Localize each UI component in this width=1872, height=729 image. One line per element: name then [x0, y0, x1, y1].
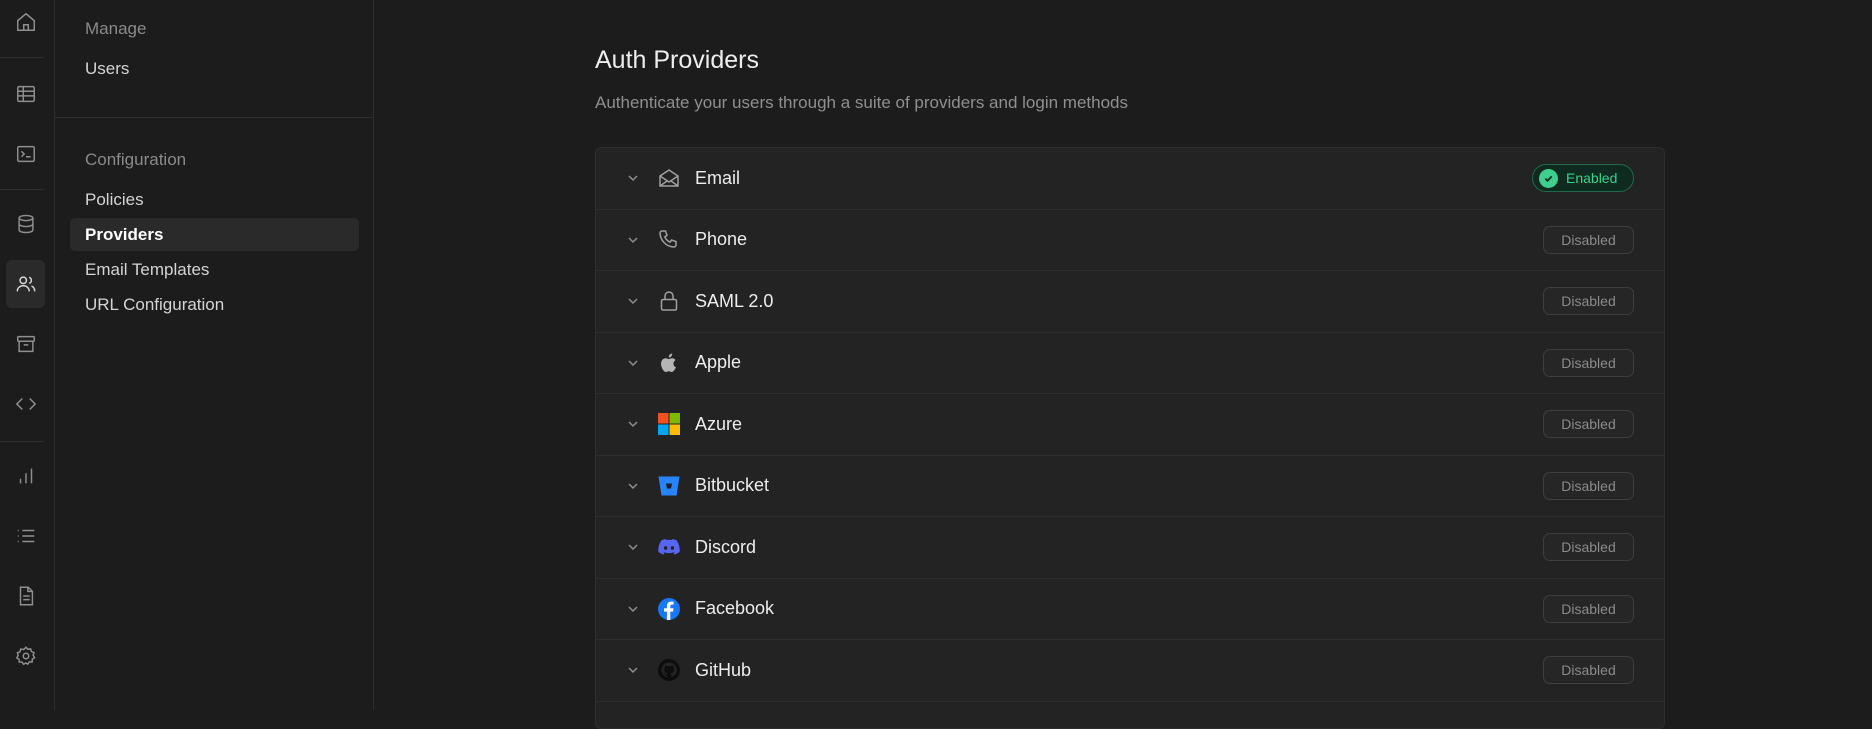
- chart-icon[interactable]: [6, 452, 45, 500]
- provider-row-phone[interactable]: Phone Disabled: [596, 210, 1664, 271]
- chevron-down-icon: [626, 417, 640, 431]
- provider-name: Email: [695, 167, 741, 188]
- chevron-down-icon: [626, 233, 640, 247]
- provider-row-apple[interactable]: Apple Disabled: [596, 333, 1664, 394]
- page-subtitle: Authenticate your users through a suite …: [595, 93, 1128, 112]
- menu-item-email-templates[interactable]: Email Templates: [70, 253, 359, 286]
- chevron-down-icon: [626, 171, 640, 185]
- menu-item-policies[interactable]: Policies: [70, 183, 359, 216]
- status-badge: Disabled: [1543, 656, 1634, 685]
- main-content: Auth Providers Authenticate your users t…: [374, 0, 1872, 729]
- provider-row-saml[interactable]: SAML 2.0 Disabled: [596, 271, 1664, 333]
- table-icon[interactable]: [6, 70, 45, 118]
- status-badge: Disabled: [1543, 287, 1634, 316]
- chevron-down-icon: [626, 356, 640, 370]
- archive-icon[interactable]: [6, 320, 45, 368]
- menu-heading-manage: Manage: [85, 19, 147, 38]
- status-label: Enabled: [1566, 170, 1618, 187]
- users-icon[interactable]: [6, 260, 45, 308]
- provider-name: Discord: [695, 536, 757, 557]
- status-badge: Disabled: [1543, 594, 1634, 623]
- home-icon[interactable]: [6, 0, 45, 46]
- menu-divider: [55, 117, 373, 118]
- chevron-down-icon: [626, 602, 640, 616]
- status-badge: Enabled: [1532, 164, 1634, 193]
- provider-name: Bitbucket: [695, 475, 770, 496]
- provider-row-azure[interactable]: Azure Disabled: [596, 394, 1664, 456]
- facebook-icon: [657, 597, 681, 621]
- code-icon[interactable]: [6, 380, 45, 428]
- envelope-icon: [657, 166, 681, 190]
- apple-icon: [657, 351, 681, 375]
- bitbucket-icon: [657, 474, 681, 498]
- chevron-down-icon: [626, 294, 640, 308]
- chevron-down-icon: [626, 663, 640, 677]
- chevron-down-icon: [626, 479, 640, 493]
- discord-icon: [657, 535, 681, 559]
- lock-icon: [657, 289, 681, 313]
- menu-item-users[interactable]: Users: [70, 52, 359, 85]
- github-icon: [657, 658, 681, 682]
- rail-divider: [0, 189, 44, 190]
- page-title: Auth Providers: [595, 46, 759, 74]
- provider-row-email[interactable]: Email Enabled: [596, 148, 1664, 210]
- provider-row-bitbucket[interactable]: Bitbucket Disabled: [596, 456, 1664, 517]
- rail-divider: [0, 57, 44, 58]
- provider-row-discord[interactable]: Discord Disabled: [596, 517, 1664, 579]
- menu-heading-configuration: Configuration: [85, 150, 187, 169]
- status-badge: Disabled: [1543, 471, 1634, 500]
- provider-name: GitHub: [695, 659, 752, 680]
- menu-item-url-configuration[interactable]: URL Configuration: [70, 288, 359, 321]
- phone-icon: [657, 228, 681, 252]
- provider-row-facebook[interactable]: Facebook Disabled: [596, 579, 1664, 640]
- icon-rail: [0, 0, 55, 710]
- status-badge: Disabled: [1543, 225, 1634, 254]
- list-icon[interactable]: [6, 512, 45, 560]
- terminal-icon[interactable]: [6, 130, 45, 178]
- status-badge: Disabled: [1543, 533, 1634, 562]
- provider-name: Phone: [695, 229, 748, 250]
- status-badge: Disabled: [1543, 410, 1634, 439]
- database-icon[interactable]: [6, 200, 45, 248]
- azure-icon: [657, 412, 681, 436]
- status-badge: Disabled: [1543, 348, 1634, 377]
- gear-icon[interactable]: [6, 632, 45, 680]
- provider-name: Facebook: [695, 598, 775, 619]
- providers-list: Email Enabled Phone Disabled SAML 2.0 Di…: [595, 147, 1665, 729]
- check-circle-icon: [1539, 168, 1558, 188]
- rail-divider: [0, 441, 44, 442]
- document-icon[interactable]: [6, 572, 45, 620]
- auth-menu: Manage Users Configuration Policies Prov…: [55, 0, 374, 710]
- provider-name: Azure: [695, 413, 743, 434]
- provider-row-github[interactable]: GitHub Disabled: [596, 640, 1664, 702]
- provider-name: Apple: [695, 352, 742, 373]
- chevron-down-icon: [626, 540, 640, 554]
- menu-item-providers[interactable]: Providers: [70, 218, 359, 251]
- provider-name: SAML 2.0: [695, 290, 774, 311]
